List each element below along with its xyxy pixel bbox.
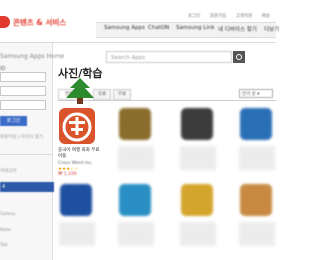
app-tile-label <box>59 222 95 246</box>
app-tile-label <box>180 146 216 170</box>
sidebar-title: Samsung Apps Home <box>0 53 65 60</box>
sidebar-divider <box>0 154 52 155</box>
app-tile-icon[interactable] <box>181 108 213 140</box>
app-tile-label <box>118 222 154 246</box>
featured-app-icon[interactable] <box>59 108 95 144</box>
category-selected[interactable]: 4 <box>0 182 54 192</box>
nav-item-samsung-apps[interactable]: Samsung Apps <box>104 25 145 31</box>
app-tile-label <box>239 222 275 246</box>
nav-item-find-device[interactable]: 내 디바이스 찾기 <box>218 25 257 33</box>
util-link-support[interactable]: 고객지원 <box>236 14 253 19</box>
app-tile-label <box>180 222 216 246</box>
utility-links: 로그인 회원가입 고객지원 배송 <box>180 13 270 19</box>
signup-find-links[interactable]: 회원가입 | 아이디 찾기 <box>0 134 43 140</box>
category-label: 카테고리 <box>0 169 17 174</box>
app-tile-icon[interactable] <box>60 184 92 216</box>
util-link-login[interactable]: 로그인 <box>188 14 200 19</box>
featured-app-developer: Cross Word inc. <box>58 161 93 166</box>
nav-item-more[interactable]: 더보기 <box>264 25 279 33</box>
nav-item-chaton[interactable]: ChatON <box>148 25 169 31</box>
util-link-shipping[interactable]: 배송 <box>262 14 270 19</box>
extra-field[interactable] <box>0 100 46 110</box>
featured-app-price: ₩ 1,100 <box>58 172 77 177</box>
main-nav: Samsung Apps ChatON Samsung Link 내 디바이스 … <box>96 22 279 38</box>
login-button[interactable]: 로그인 <box>0 116 27 126</box>
sidebar-row-tab[interactable]: Tab <box>0 243 8 248</box>
featured-app-name[interactable]: 중국어 여행 회화 무료 어플 <box>58 148 104 160</box>
category-selected-mark: 4 <box>2 184 6 190</box>
app-tile-icon[interactable] <box>119 108 151 140</box>
sidebar-row-galaxy[interactable]: Galaxy <box>0 212 16 217</box>
password-field[interactable] <box>0 86 46 96</box>
app-tile-label <box>239 146 275 170</box>
search-input[interactable]: Search Apps <box>106 51 232 63</box>
nav-item-samsung-link[interactable]: Samsung Link <box>176 25 215 31</box>
app-tile-icon[interactable] <box>240 108 272 140</box>
app-tile-icon[interactable] <box>119 184 151 216</box>
id-field[interactable] <box>0 72 46 82</box>
search-icon[interactable] <box>233 51 245 63</box>
tab-free[interactable]: 무료 <box>113 89 131 100</box>
app-glyph-icon <box>62 112 92 142</box>
christmas-tree-icon <box>66 78 94 104</box>
sidebar-row-note[interactable]: Note <box>0 228 11 233</box>
util-link-signup[interactable]: 회원가입 <box>210 14 227 19</box>
app-tile-icon[interactable] <box>240 184 272 216</box>
app-tile-label <box>118 146 154 170</box>
sort-select[interactable]: 인기 순 ▾ <box>239 89 273 98</box>
app-tile-icon[interactable] <box>181 184 213 216</box>
brand-logo-text[interactable]: 콘텐츠 & 서비스 <box>13 17 66 28</box>
